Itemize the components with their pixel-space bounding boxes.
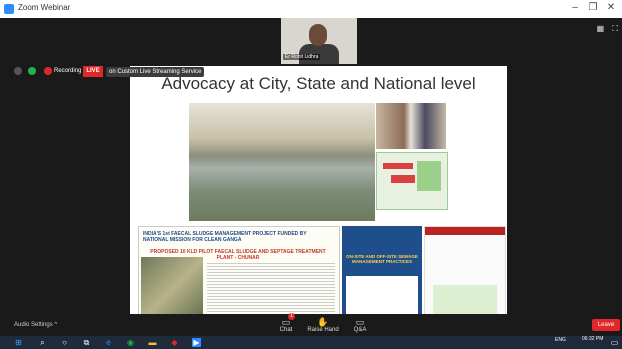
speaker-name-label: Er Rohit Lidhra (283, 54, 321, 60)
raise-hand-label: Raise Hand (307, 327, 339, 333)
qa-label: Q&A (353, 327, 367, 333)
windows-taskbar (0, 336, 622, 349)
file-explorer-icon[interactable]: ▬ (148, 338, 157, 347)
fsm-project-document: INDIA'S 1st FAECAL SLUDGE MANAGEMENT PRO… (138, 226, 340, 326)
speaker-head (309, 24, 327, 46)
security-shield-icon[interactable] (28, 67, 36, 75)
maximize-icon[interactable]: ❐ (584, 2, 602, 13)
view-options[interactable]: ▦ ⛶ (597, 24, 618, 34)
chat-icon: ▭ (281, 317, 291, 327)
sewage-management-title: ON-SITE AND OFF-SITE SEWAGE MANAGEMENT P… (346, 254, 418, 264)
document-header-band (425, 227, 505, 235)
qa-button[interactable]: ▭ Q&A (340, 317, 380, 333)
edge-icon[interactable]: e (104, 338, 113, 347)
slide-title: Advocacy at City, State and National lev… (161, 74, 476, 93)
document-figures (346, 276, 418, 316)
info-icon[interactable] (14, 67, 22, 75)
plan-block (383, 163, 413, 169)
clock[interactable]: 06:32 PM (582, 337, 603, 342)
window-title: Zoom Webinar (18, 3, 71, 12)
document-body-text (207, 261, 335, 321)
river-ghat-photo (189, 103, 375, 221)
plan-block (391, 175, 415, 183)
streaming-status[interactable]: on Custom Live Streaming Service (106, 67, 205, 77)
qa-icon: ▭ (355, 317, 365, 327)
windows-start-icon[interactable]: ⊞ (14, 338, 23, 347)
zoom-logo-icon (4, 4, 14, 14)
chrome-icon[interactable]: ◉ (126, 338, 135, 347)
audio-settings-button[interactable]: Audio Settings ^ (14, 322, 57, 328)
app-icon[interactable]: ◆ (170, 338, 179, 347)
raise-hand-button[interactable]: ✋ Raise Hand (303, 317, 343, 333)
plan-block (417, 161, 441, 191)
chat-unread-badge: 1 (288, 313, 295, 320)
window-title-bar (0, 0, 622, 18)
recording-label: Recording (54, 68, 82, 74)
meeting-photo (376, 103, 446, 149)
shared-slide: Advocacy at City, State and National lev… (130, 66, 507, 326)
fullscreen-icon[interactable]: ⛶ (612, 24, 618, 33)
chat-label: Chat (279, 327, 293, 333)
gallery-view-icon[interactable]: ▦ (597, 24, 605, 33)
task-view-icon[interactable]: ⧉ (82, 338, 91, 347)
speaker-video[interactable]: Er Rohit Lidhra (281, 18, 357, 64)
hand-icon: ✋ (317, 317, 329, 327)
leave-button[interactable]: Leave (592, 319, 620, 331)
chat-button[interactable]: ▭ Chat (266, 317, 306, 333)
search-icon[interactable]: ⌕ (38, 338, 47, 347)
site-plan-image (376, 152, 448, 210)
cortana-icon[interactable]: ○ (60, 338, 69, 347)
language-indicator[interactable]: ENG (555, 337, 566, 343)
audio-settings-label: Audio Settings (14, 322, 53, 328)
close-icon[interactable]: ✕ (602, 2, 620, 13)
fsm-project-heading: INDIA'S 1st FAECAL SLUDGE MANAGEMENT PRO… (143, 231, 307, 243)
notification-icon[interactable]: ▭ (610, 338, 619, 347)
sewage-management-document: ON-SITE AND OFF-SITE SEWAGE MANAGEMENT P… (342, 226, 422, 324)
layout-plan-document (424, 226, 506, 326)
live-badge: LIVE (83, 66, 103, 77)
recording-dot-icon (44, 67, 52, 75)
zoom-taskbar-icon[interactable]: ▶ (192, 338, 201, 347)
minimize-icon[interactable]: – (566, 2, 584, 13)
chevron-up-icon[interactable]: ^ (54, 322, 57, 328)
